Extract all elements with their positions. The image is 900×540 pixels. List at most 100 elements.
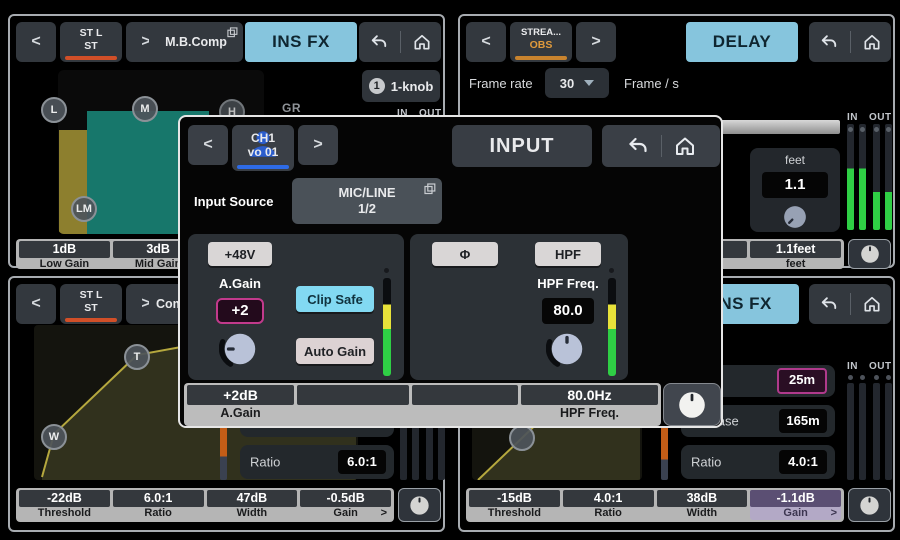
back-icon[interactable] (819, 32, 839, 52)
threshold-marker[interactable]: T (124, 344, 150, 370)
footer-value: -1.1dB (750, 490, 841, 507)
channel-select-button[interactable]: ST L ST (60, 284, 122, 324)
delay-unit-label: feet (750, 148, 840, 167)
footer-value: 1dB (19, 241, 110, 258)
prev-channel-button[interactable]: < (16, 22, 56, 62)
band-marker-l[interactable]: L (41, 97, 67, 123)
phantom-48v-button[interactable]: +48V (208, 242, 272, 266)
channel-select-button[interactable]: STREA... OBS (510, 22, 572, 62)
footer-cell[interactable]: -15dBThreshold (469, 490, 560, 520)
knob-icon (407, 493, 432, 518)
title-text: DELAY (713, 32, 772, 52)
footer-cell[interactable]: 1dBLow Gain (19, 241, 110, 267)
marker-label: T (134, 351, 141, 363)
again-knob[interactable] (219, 328, 261, 370)
ratio-row[interactable]: Ratio 4.0:1 (681, 445, 835, 479)
clip-safe-button[interactable]: Clip Safe (296, 286, 374, 312)
home-icon[interactable] (862, 294, 882, 314)
nav-group (809, 284, 891, 324)
footer-cell[interactable]: 38dBWidth (657, 490, 748, 520)
footer-knob-button[interactable] (663, 383, 721, 426)
footer-knob-button[interactable] (398, 488, 441, 522)
back-icon[interactable] (369, 32, 389, 52)
copy-icon (424, 183, 436, 195)
peak-dot (860, 127, 865, 132)
knob-icon (858, 242, 882, 266)
divider (850, 31, 851, 53)
home-icon[interactable] (673, 134, 697, 158)
footer-knob-button[interactable] (848, 488, 891, 522)
next-channel-button[interactable]: > (576, 22, 616, 62)
footer-label: Ratio (563, 507, 654, 520)
channel-name: STREA... (521, 28, 561, 39)
frame-rate-dropdown[interactable]: 30 (545, 68, 609, 98)
footer-cell[interactable]: 47dBWidth (207, 490, 298, 520)
out-meter-label: OUT (869, 361, 892, 372)
one-badge: 1 (369, 78, 385, 94)
meter-out-r (885, 124, 892, 230)
auto-gain-button[interactable]: Auto Gain (296, 338, 374, 364)
prev-channel-button[interactable]: < (16, 284, 56, 324)
channel-underline (65, 56, 117, 60)
prev-channel-button[interactable]: < (466, 22, 506, 62)
footer-cell[interactable]: 4.0:1Ratio (563, 490, 654, 520)
footer-label: feet (750, 258, 841, 271)
curve-marker[interactable] (509, 425, 535, 451)
footer-bar: -22dBThreshold 6.0:1Ratio 47dBWidth -0.5… (16, 488, 394, 522)
next-channel-button[interactable]: > (298, 125, 338, 165)
meter-out-l (873, 383, 880, 480)
channel-underline (237, 165, 289, 169)
footer-cell[interactable]: -22dBThreshold (19, 490, 110, 520)
band-marker-lm[interactable]: LM (71, 196, 97, 222)
footer-value: +2dB (187, 385, 294, 405)
home-icon[interactable] (412, 32, 432, 52)
channel-sub: ST (84, 302, 97, 314)
footer-cell[interactable]: 80.0HzHPF Freq. (521, 385, 658, 424)
input-source-line2: 1/2 (358, 201, 376, 217)
footer-cell[interactable]: 1.1feetfeet (750, 241, 841, 267)
clip-safe-label: Clip Safe (307, 292, 363, 307)
footer-label: Threshold (19, 507, 110, 520)
footer-value: -22dB (19, 490, 110, 507)
input-level-meter (608, 278, 616, 376)
one-knob-button[interactable]: 1 1-knob (362, 70, 440, 102)
release-value: 165m (779, 409, 827, 433)
footer-label: Gain> (750, 507, 841, 520)
hpf-freq-value[interactable]: 80.0 (542, 298, 594, 324)
phase-button[interactable]: Φ (432, 242, 498, 266)
footer-label: Ratio (113, 507, 204, 520)
footer-knob-button[interactable] (848, 239, 891, 269)
home-icon[interactable] (862, 32, 882, 52)
footer-label: Width (657, 507, 748, 520)
back-icon[interactable] (626, 134, 650, 158)
footer-cell[interactable] (297, 385, 409, 424)
hpf-button[interactable]: HPF (535, 242, 601, 266)
input-source-line1: MIC/LINE (338, 185, 395, 201)
channel-select-button[interactable]: ST L ST (60, 22, 122, 62)
frame-rate-value: 30 (560, 76, 574, 91)
footer-cell[interactable] (412, 385, 518, 424)
phase-hpf-block: Φ HPF HPF Freq. 80.0 (410, 234, 628, 380)
delay-knob[interactable] (780, 202, 810, 232)
footer-value: 38dB (657, 490, 748, 507)
input-source-button[interactable]: MIC/LINE 1/2 (292, 178, 442, 224)
peak-dot (886, 127, 891, 132)
ratio-value: 4.0:1 (779, 450, 827, 474)
insert-name-button[interactable]: M.B.Comp (149, 22, 243, 62)
footer-cell[interactable]: 6.0:1Ratio (113, 490, 204, 520)
footer-cell[interactable]: +2dBA.Gain (187, 385, 294, 424)
footer-cell-gain[interactable]: -0.5dBGain> (300, 490, 391, 520)
delay-value[interactable]: 1.1 (762, 172, 828, 198)
prev-arrow-icon: < (481, 33, 490, 51)
hpf-freq-label: HPF Freq. (528, 276, 608, 291)
prev-channel-button[interactable]: < (188, 125, 228, 165)
footer-cell-gain-selected[interactable]: -1.1dBGain> (750, 490, 841, 520)
ratio-row[interactable]: Ratio 6.0:1 (240, 445, 394, 479)
width-marker[interactable]: W (41, 424, 67, 450)
again-value[interactable]: +2 (216, 298, 264, 324)
band-marker-m[interactable]: M (132, 96, 158, 122)
back-icon[interactable] (819, 294, 839, 314)
channel-select-button[interactable]: CH1 vo 01 (232, 125, 294, 171)
hpf-knob[interactable] (546, 328, 588, 370)
peak-dot (874, 127, 879, 132)
